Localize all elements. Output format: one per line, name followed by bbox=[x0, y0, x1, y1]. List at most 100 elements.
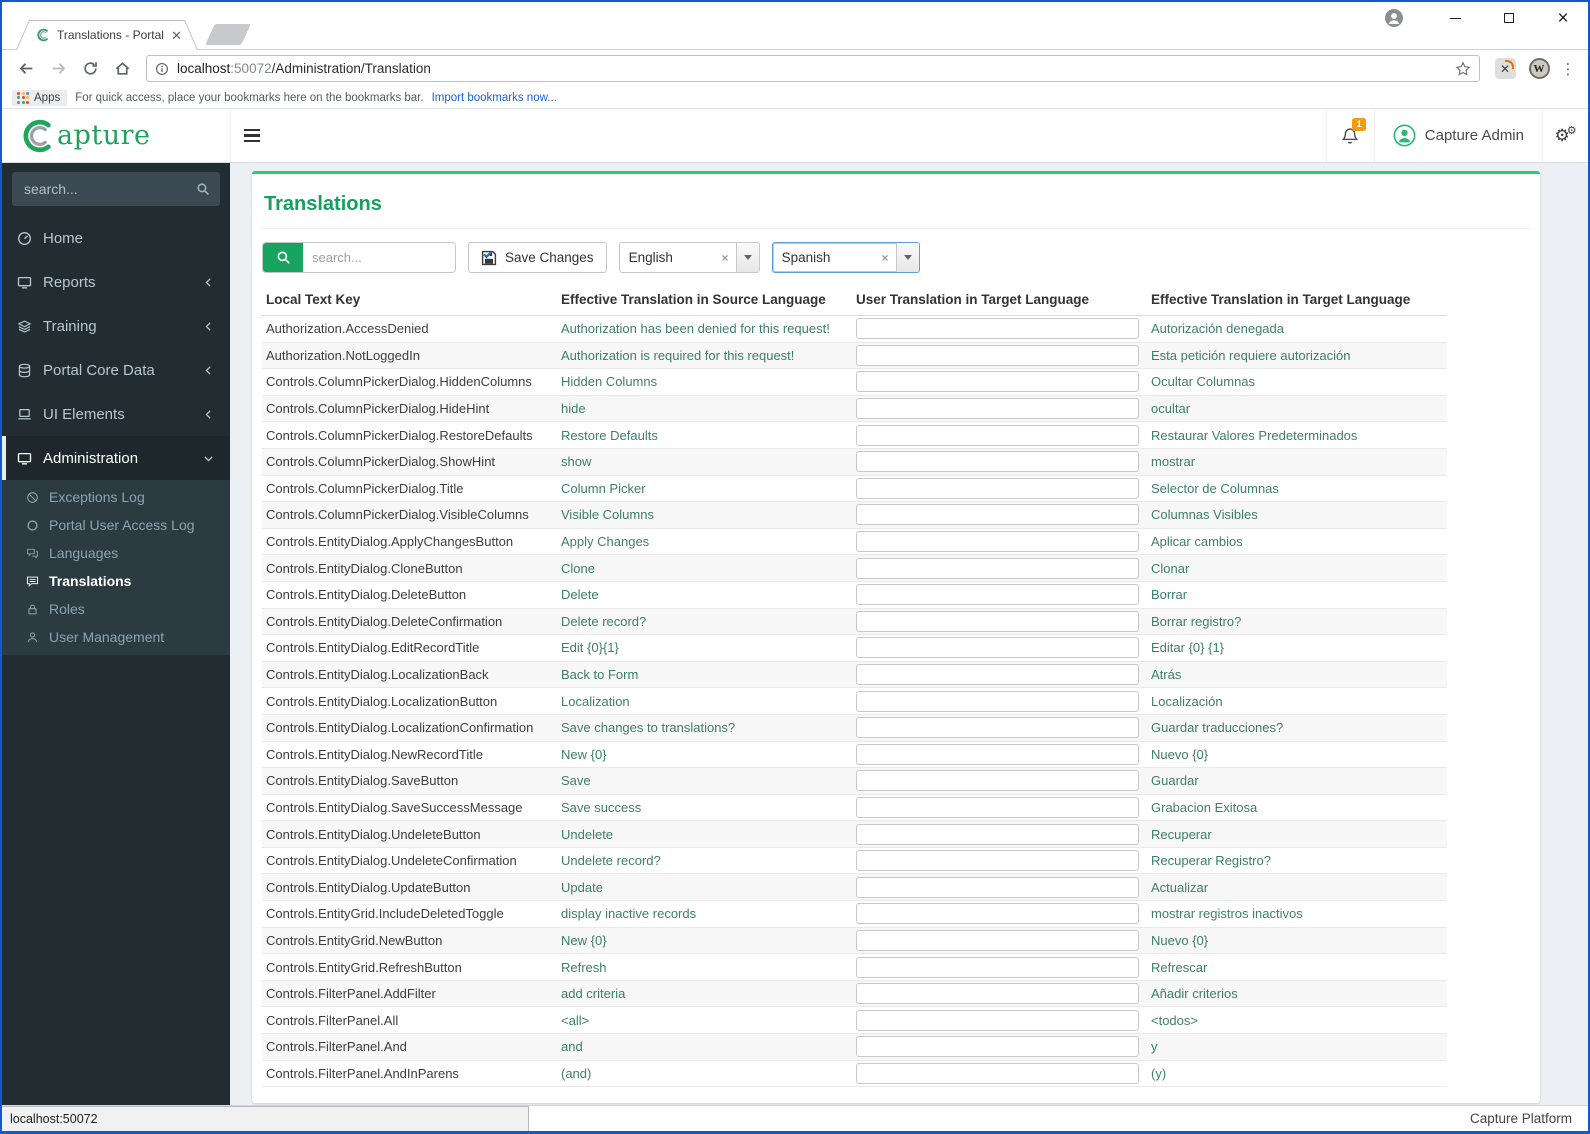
user-translation-input[interactable] bbox=[856, 398, 1139, 420]
user-translation-input[interactable] bbox=[856, 850, 1139, 872]
sidebar-item-training[interactable]: Training bbox=[2, 304, 230, 348]
table-row: Controls.EntityDialog.UndeleteConfirmati… bbox=[262, 847, 1447, 875]
comments-icon bbox=[26, 547, 49, 560]
sidebar-item-administration[interactable]: Administration bbox=[2, 436, 230, 480]
tab-close-icon[interactable]: ✕ bbox=[171, 29, 182, 42]
user-translation-input[interactable] bbox=[856, 743, 1139, 765]
new-tab-button[interactable] bbox=[205, 24, 251, 45]
chevron-down-icon bbox=[202, 452, 215, 465]
chevron-left-icon bbox=[202, 276, 215, 289]
forward-button[interactable] bbox=[44, 55, 72, 83]
user-translation-cell bbox=[852, 634, 1147, 662]
import-bookmarks-link[interactable]: Import bookmarks now... bbox=[432, 92, 557, 104]
sidebar-item-reports[interactable]: Reports bbox=[2, 260, 230, 304]
extension-icon-x[interactable]: ✕ bbox=[1494, 58, 1516, 80]
sidebar-item-user-management[interactable]: User Management bbox=[2, 623, 230, 651]
back-button[interactable] bbox=[12, 55, 40, 83]
user-translation-input[interactable] bbox=[856, 690, 1139, 712]
notifications-button[interactable]: 1 bbox=[1325, 109, 1374, 162]
user-translation-input[interactable] bbox=[856, 664, 1139, 686]
sidebar-item-exceptions-log[interactable]: Exceptions Log bbox=[2, 483, 230, 511]
target-translation-cell: Aplicar cambios bbox=[1147, 528, 1447, 556]
clear-icon[interactable]: × bbox=[882, 251, 889, 265]
table-row: Controls.EntityDialog.UpdateButton Update… bbox=[262, 873, 1447, 902]
user-translation-input[interactable] bbox=[856, 956, 1139, 978]
user-translation-input[interactable] bbox=[856, 770, 1139, 792]
user-translation-input[interactable] bbox=[856, 1062, 1139, 1084]
sidebar-search-input[interactable] bbox=[12, 172, 220, 206]
user-translation-input[interactable] bbox=[856, 1009, 1139, 1031]
browser-tab[interactable]: Translations - Portal ✕ bbox=[16, 20, 198, 50]
clear-icon[interactable]: × bbox=[722, 251, 729, 265]
chevron-down-icon[interactable] bbox=[895, 243, 919, 272]
gauge-icon bbox=[17, 231, 43, 246]
user-translation-input[interactable] bbox=[856, 796, 1139, 818]
window-maximize-button[interactable] bbox=[1498, 8, 1520, 28]
target-translation-cell: Columnas Visibles bbox=[1147, 501, 1447, 529]
user-translation-input[interactable] bbox=[856, 823, 1139, 845]
user-translation-input[interactable] bbox=[856, 557, 1139, 579]
sidebar-item-portal-user-access-log[interactable]: Portal User Access Log bbox=[2, 511, 230, 539]
user-translation-input[interactable] bbox=[856, 637, 1139, 659]
user-translation-input[interactable] bbox=[856, 318, 1139, 340]
user-translation-input[interactable] bbox=[856, 477, 1139, 499]
user-translation-input[interactable] bbox=[856, 983, 1139, 1005]
source-translation-cell: Authorization is required for this reque… bbox=[557, 342, 852, 370]
local-text-key-cell: Controls.EntityDialog.LocalizationConfir… bbox=[262, 714, 557, 742]
target-translation-cell: Borrar bbox=[1147, 581, 1447, 609]
apps-button[interactable]: Apps bbox=[12, 89, 68, 106]
window-minimize-button[interactable] bbox=[1444, 8, 1466, 28]
page-info-icon[interactable] bbox=[155, 62, 169, 76]
table-row: Controls.ColumnPickerDialog.HiddenColumn… bbox=[262, 368, 1447, 396]
sidebar-nav: Home Reports Training Portal Core Data UI El… bbox=[2, 216, 230, 655]
user-translation-input[interactable] bbox=[856, 1036, 1139, 1058]
capture-logo[interactable]: apture bbox=[2, 109, 230, 162]
user-translation-input[interactable] bbox=[856, 929, 1139, 951]
sidebar-item-portal-core-data[interactable]: Portal Core Data bbox=[2, 348, 230, 392]
target-translation-cell: Actualizar bbox=[1147, 873, 1447, 902]
browser-menu-icon[interactable]: ⋮ bbox=[1558, 57, 1578, 81]
extension-icon-w[interactable]: W bbox=[1528, 58, 1550, 80]
address-bar[interactable]: localhost:50072/Administration/Translati… bbox=[146, 55, 1480, 82]
table-row: Authorization.NotLoggedIn Authorization i… bbox=[262, 342, 1447, 370]
sidebar-item-languages[interactable]: Languages bbox=[2, 539, 230, 567]
user-translation-input[interactable] bbox=[856, 903, 1139, 925]
source-language-combobox[interactable]: English × bbox=[618, 242, 760, 273]
home-button[interactable] bbox=[108, 55, 136, 83]
user-translation-input[interactable] bbox=[856, 610, 1139, 632]
user-translation-input[interactable] bbox=[856, 424, 1139, 446]
table-row: Controls.EntityDialog.LocalizationBack Ba… bbox=[262, 661, 1447, 689]
sidebar-item-translations[interactable]: Translations bbox=[2, 567, 230, 595]
target-language-combobox[interactable]: Spanish × bbox=[771, 242, 920, 273]
browser-profile-icon[interactable] bbox=[1384, 8, 1404, 28]
table-search-input[interactable] bbox=[303, 243, 455, 272]
sidebar-item-roles[interactable]: Roles bbox=[2, 595, 230, 623]
search-button[interactable] bbox=[263, 243, 303, 272]
target-translation-cell: Recuperar bbox=[1147, 820, 1447, 848]
user-translation-input[interactable] bbox=[856, 584, 1139, 606]
user-translation-cell bbox=[852, 767, 1147, 795]
save-changes-button[interactable]: Save Changes bbox=[468, 242, 607, 273]
user-menu[interactable]: Capture Admin bbox=[1373, 109, 1542, 162]
user-translation-input[interactable] bbox=[856, 344, 1139, 366]
sidebar-item-ui-elements[interactable]: UI Elements bbox=[2, 392, 230, 436]
table-row: Controls.ColumnPickerDialog.RestoreDefau… bbox=[262, 421, 1447, 449]
user-translation-cell bbox=[852, 714, 1147, 742]
sidebar-item-home[interactable]: Home bbox=[2, 216, 230, 260]
user-translation-input[interactable] bbox=[856, 531, 1139, 553]
sidebar-toggle-icon[interactable] bbox=[230, 109, 272, 162]
user-translation-input[interactable] bbox=[856, 876, 1139, 898]
reload-button[interactable] bbox=[76, 55, 104, 83]
chevron-down-icon[interactable] bbox=[735, 243, 759, 272]
window-close-button[interactable]: × bbox=[1552, 8, 1574, 28]
local-text-key-cell: Controls.EntityGrid.IncludeDeletedToggle bbox=[262, 900, 557, 928]
target-translation-cell: ocultar bbox=[1147, 395, 1447, 423]
bookmark-star-icon[interactable] bbox=[1455, 60, 1471, 77]
table-row: Authorization.AccessDenied Authorization … bbox=[262, 315, 1447, 343]
search-icon[interactable] bbox=[196, 182, 210, 196]
settings-button[interactable]: ⚙ ⚙ bbox=[1542, 109, 1588, 162]
user-translation-input[interactable] bbox=[856, 504, 1139, 526]
user-translation-input[interactable] bbox=[856, 451, 1139, 473]
user-translation-input[interactable] bbox=[856, 717, 1139, 739]
user-translation-input[interactable] bbox=[856, 371, 1139, 393]
